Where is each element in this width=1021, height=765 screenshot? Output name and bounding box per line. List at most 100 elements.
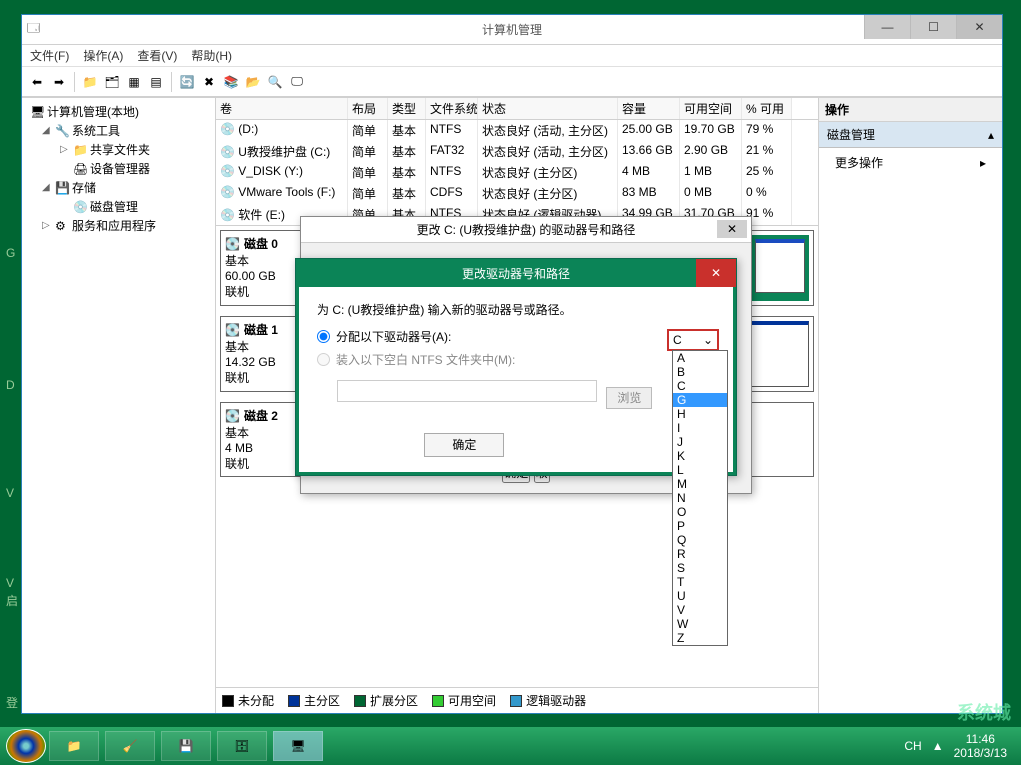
assign-letter-label: 分配以下驱动器号(A): xyxy=(336,328,451,345)
tray-time[interactable]: 11:46 xyxy=(954,732,1007,746)
drive-option-H[interactable]: H xyxy=(673,407,727,421)
tree-storage[interactable]: ◢💾存储 xyxy=(26,178,211,197)
drive-option-G[interactable]: G xyxy=(673,393,727,407)
view1-icon[interactable]: ▦ xyxy=(125,73,143,91)
inner-dialog-title-bar[interactable]: 更改驱动器号和路径 ✕ xyxy=(296,259,736,287)
drive-option-B[interactable]: B xyxy=(673,365,727,379)
back-icon[interactable]: ⬅ xyxy=(28,73,46,91)
drive-letter-select[interactable]: C ⌄ xyxy=(667,329,719,351)
menu-file[interactable]: 文件(F) xyxy=(30,47,69,64)
drive-option-P[interactable]: P xyxy=(673,519,727,533)
tree-root[interactable]: 🖥计算机管理(本地) xyxy=(26,102,211,121)
settings-icon[interactable]: 📚 xyxy=(222,73,240,91)
col-free[interactable]: 可用空间 xyxy=(680,98,742,119)
drive-option-K[interactable]: K xyxy=(673,449,727,463)
collapse-icon: ▴ xyxy=(988,128,994,142)
drive-option-Z[interactable]: Z xyxy=(673,631,727,645)
mount-folder-radio xyxy=(317,353,330,366)
maximize-button[interactable]: ☐ xyxy=(910,15,956,39)
dialog-intro-text: 为 C: (U教授维护盘) 输入新的驱动器号或路径。 xyxy=(317,301,715,318)
task-app-3[interactable]: 🗄 xyxy=(217,731,267,761)
mount-folder-label: 装入以下空白 NTFS 文件夹中(M): xyxy=(336,351,515,368)
inner-ok-button[interactable]: 确定 xyxy=(424,433,504,457)
col-type[interactable]: 类型 xyxy=(388,98,426,119)
taskbar: 📁 🧹 💾 🗄 🖥 CH ▲ 11:46 2018/3/13 xyxy=(0,727,1021,765)
col-percent[interactable]: % 可用 xyxy=(742,98,792,119)
chevron-right-icon: ▸ xyxy=(980,156,986,170)
inner-close-button[interactable]: ✕ xyxy=(696,259,736,287)
drive-letter-dropdown[interactable]: ABCGHIJKLMNOPQRSTUVWZ xyxy=(672,350,728,646)
drive-option-T[interactable]: T xyxy=(673,575,727,589)
actions-more[interactable]: 更多操作▸ xyxy=(819,148,1002,177)
folder-icon[interactable]: 📁 xyxy=(81,73,99,91)
menu-bar: 文件(F) 操作(A) 查看(V) 帮助(H) xyxy=(22,45,1002,67)
volume-row[interactable]: 💿 V_DISK (Y:)简单基本NTFS状态良好 (主分区)4 MB1 MB2… xyxy=(216,162,818,183)
watermark: 系统城 xyxy=(957,699,1011,725)
window-title: 计算机管理 xyxy=(482,21,542,38)
drive-option-C[interactable]: C xyxy=(673,379,727,393)
drive-option-M[interactable]: M xyxy=(673,477,727,491)
drive-option-I[interactable]: I xyxy=(673,421,727,435)
task-app-1[interactable]: 🧹 xyxy=(105,731,155,761)
minimize-button[interactable]: — xyxy=(864,15,910,39)
tray-flag-icon[interactable]: ▲ xyxy=(932,739,944,753)
drive-option-U[interactable]: U xyxy=(673,589,727,603)
menu-action[interactable]: 操作(A) xyxy=(83,47,123,64)
forward-icon[interactable]: ➡ xyxy=(50,73,68,91)
open-icon[interactable]: 📂 xyxy=(244,73,262,91)
volume-row[interactable]: 💿 (D:)简单基本NTFS状态良好 (活动, 主分区)25.00 GB19.7… xyxy=(216,120,818,141)
col-volume[interactable]: 卷 xyxy=(216,98,348,119)
tree-device-manager[interactable]: 🖨设备管理器 xyxy=(26,159,211,178)
toolbar: ⬅ ➡ 📁 🗂 ▦ ▤ 🔄 ✖ 📚 📂 🔍 🖵 xyxy=(22,67,1002,97)
tree-services-apps[interactable]: ▷⚙服务和应用程序 xyxy=(26,216,211,235)
volume-row[interactable]: 💿 U教授维护盘 (C:)简单基本FAT32状态良好 (活动, 主分区)13.6… xyxy=(216,141,818,162)
assign-letter-radio[interactable] xyxy=(317,330,330,343)
volume-row[interactable]: 💿 VMware Tools (F:)简单基本CDFS状态良好 (主分区)83 … xyxy=(216,183,818,204)
drive-option-O[interactable]: O xyxy=(673,505,727,519)
task-explorer[interactable]: 📁 xyxy=(49,731,99,761)
task-app-2[interactable]: 💾 xyxy=(161,731,211,761)
col-capacity[interactable]: 容量 xyxy=(618,98,680,119)
title-bar: 🗔 计算机管理 — ☐ ✕ xyxy=(22,15,1002,45)
system-tray[interactable]: CH ▲ 11:46 2018/3/13 xyxy=(904,732,1015,760)
col-layout[interactable]: 布局 xyxy=(348,98,388,119)
tray-date[interactable]: 2018/3/13 xyxy=(954,746,1007,760)
search-icon[interactable]: 🔍 xyxy=(266,73,284,91)
drive-option-V[interactable]: V xyxy=(673,603,727,617)
col-filesystem[interactable]: 文件系统 xyxy=(426,98,478,119)
help-icon[interactable]: 🖵 xyxy=(288,73,306,91)
drive-option-A[interactable]: A xyxy=(673,351,727,365)
refresh-icon[interactable]: 🔄 xyxy=(178,73,196,91)
drive-option-S[interactable]: S xyxy=(673,561,727,575)
tray-language[interactable]: CH xyxy=(904,739,921,753)
tree-system-tools[interactable]: ◢🔧系统工具 xyxy=(26,121,211,140)
drive-option-W[interactable]: W xyxy=(673,617,727,631)
delete-icon[interactable]: ✖ xyxy=(200,73,218,91)
tree-shared-folders[interactable]: ▷📁共享文件夹 xyxy=(26,140,211,159)
tree-disk-management[interactable]: 💿磁盘管理 xyxy=(26,197,211,216)
drive-option-J[interactable]: J xyxy=(673,435,727,449)
start-button[interactable] xyxy=(6,729,46,763)
properties-icon[interactable]: 🗂 xyxy=(103,73,121,91)
view2-icon[interactable]: ▤ xyxy=(147,73,165,91)
chevron-down-icon: ⌄ xyxy=(703,333,713,347)
disk-icon: 💽 xyxy=(225,323,240,337)
desktop-edge: G D V V 启 登 xyxy=(0,0,21,727)
volume-header: 卷 布局 类型 文件系统 状态 容量 可用空间 % 可用 xyxy=(216,98,818,120)
drive-option-N[interactable]: N xyxy=(673,491,727,505)
drive-option-R[interactable]: R xyxy=(673,547,727,561)
navigation-tree[interactable]: 🖥计算机管理(本地) ◢🔧系统工具 ▷📁共享文件夹 🖨设备管理器 ◢💾存储 💿磁… xyxy=(22,98,216,713)
actions-diskmgmt[interactable]: 磁盘管理▴ xyxy=(819,122,1002,148)
menu-help[interactable]: 帮助(H) xyxy=(191,47,232,64)
change-letter-path-dialog: 更改驱动器号和路径 ✕ 为 C: (U教授维护盘) 输入新的驱动器号或路径。 分… xyxy=(295,258,737,476)
menu-view[interactable]: 查看(V) xyxy=(137,47,177,64)
browse-button: 浏览 xyxy=(606,387,652,409)
col-status[interactable]: 状态 xyxy=(478,98,618,119)
drive-option-Q[interactable]: Q xyxy=(673,533,727,547)
legend: 未分配 主分区 扩展分区 可用空间 逻辑驱动器 xyxy=(216,687,818,713)
drive-option-L[interactable]: L xyxy=(673,463,727,477)
outer-dialog-title-bar[interactable]: 更改 C: (U教授维护盘) 的驱动器号和路径 ✕ xyxy=(301,217,751,243)
close-button[interactable]: ✕ xyxy=(956,15,1002,39)
outer-close-button[interactable]: ✕ xyxy=(717,220,747,238)
task-compmgmt[interactable]: 🖥 xyxy=(273,731,323,761)
